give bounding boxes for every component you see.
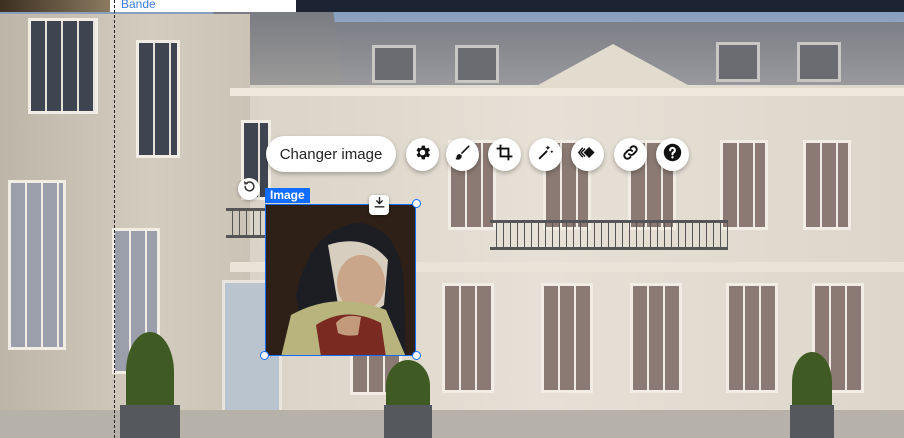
background-image bbox=[0, 0, 904, 438]
settings-button[interactable] bbox=[406, 138, 439, 171]
change-image-button[interactable]: Changer image bbox=[266, 136, 396, 172]
top-bar bbox=[296, 0, 904, 12]
portrait-painting bbox=[266, 205, 415, 355]
resize-handle-bottom-left[interactable] bbox=[260, 351, 269, 360]
link-button[interactable] bbox=[614, 138, 647, 171]
selection-type-label: Image bbox=[265, 188, 310, 203]
strip-guide-line bbox=[114, 0, 115, 438]
download-button[interactable] bbox=[369, 195, 389, 215]
strip-label[interactable]: Bande bbox=[121, 0, 156, 11]
paint-brush-icon bbox=[453, 143, 472, 167]
rotate-handle[interactable] bbox=[238, 178, 260, 200]
magic-wand-icon bbox=[536, 143, 555, 167]
enhance-button[interactable] bbox=[529, 138, 562, 171]
resize-handle-top-right[interactable] bbox=[412, 199, 421, 208]
gear-icon bbox=[413, 143, 432, 167]
animation-button[interactable] bbox=[571, 138, 604, 171]
link-icon bbox=[621, 143, 640, 167]
animation-icon bbox=[577, 143, 597, 167]
resize-handle-bottom-right[interactable] bbox=[412, 351, 421, 360]
selected-image[interactable] bbox=[265, 204, 416, 356]
strip-thumbnail bbox=[0, 0, 110, 12]
crop-icon bbox=[495, 143, 514, 167]
rotate-icon bbox=[242, 179, 257, 199]
help-button[interactable] bbox=[656, 138, 689, 171]
crop-button[interactable] bbox=[488, 138, 521, 171]
download-icon bbox=[373, 196, 386, 214]
design-button[interactable] bbox=[446, 138, 479, 171]
help-icon bbox=[663, 143, 682, 167]
